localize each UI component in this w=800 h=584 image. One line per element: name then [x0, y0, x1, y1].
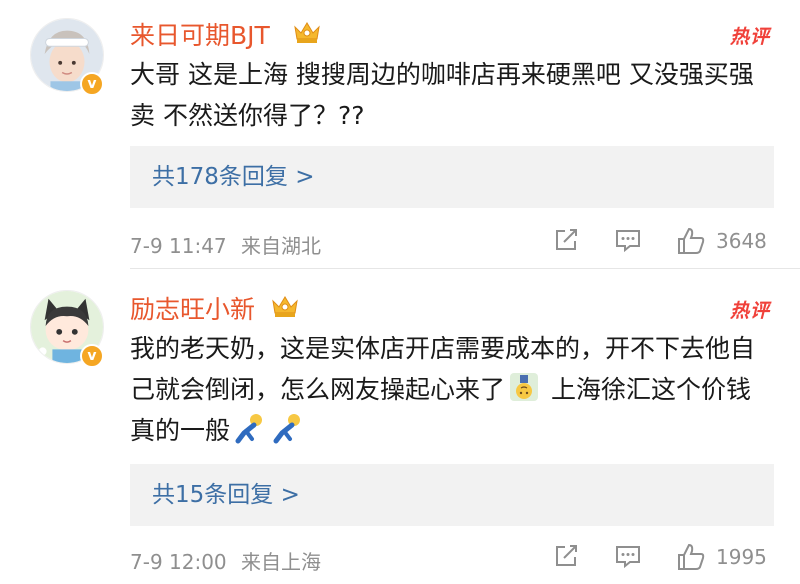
comment-2: v 励志旺小新 热评 我的老天奶，这是实体店开店需要成本的，开不下去他自己就会倒…: [0, 272, 800, 584]
kneeling-figure-emoji-icon: [273, 414, 301, 444]
comment-date: 7-9 11:47: [130, 234, 227, 258]
comment-button[interactable]: [614, 226, 642, 256]
comment-text: 我的老天奶，这是实体店开店需要成本的，开不下去他自己就会倒闭，怎么网友操起心来了…: [130, 328, 770, 451]
hot-comment-badge: 热评: [729, 26, 770, 48]
verified-badge: v: [80, 72, 104, 96]
share-button[interactable]: [552, 542, 580, 572]
comment-button[interactable]: [614, 542, 642, 572]
comment-text: 大哥 这是上海 搜搜周边的咖啡店再来硬黑吧 又没强买强卖 不然送你得了？??: [130, 60, 754, 130]
comment-location: 来自湖北: [241, 234, 322, 258]
comment-meta: 7-9 12:00 来自上海: [130, 546, 321, 575]
crown-icon: [294, 22, 320, 43]
comment-location: 来自上海: [241, 550, 322, 574]
like-count: 1995: [716, 545, 767, 569]
view-replies-button[interactable]: 共178条回复 >: [130, 146, 774, 208]
share-icon: [556, 229, 577, 250]
comment-icon: [616, 230, 640, 253]
like-count: 3648: [716, 229, 767, 253]
like-icon: [678, 227, 705, 254]
comment-meta: 7-9 11:47 来自湖北: [130, 230, 321, 259]
share-icon: [556, 545, 577, 566]
like-button[interactable]: 3648: [676, 226, 767, 256]
comment-date: 7-9 12:00: [130, 550, 227, 574]
username[interactable]: 励志旺小新: [130, 290, 255, 326]
view-replies-button[interactable]: 共15条回复 >: [130, 464, 774, 526]
divider: [130, 268, 800, 269]
crown-icon: [272, 296, 298, 317]
hot-comment-badge: 热评: [729, 300, 770, 322]
share-button[interactable]: [552, 226, 580, 256]
username[interactable]: 来日可期BJT: [130, 16, 270, 52]
comment-icon: [616, 546, 640, 569]
verified-badge: v: [80, 344, 104, 368]
kneeling-figure-emoji-icon: [235, 414, 263, 444]
upside-down-face-emoji-icon: [510, 373, 539, 401]
like-icon: [678, 543, 705, 570]
comment-1: v 来日可期BJT 热评 大哥 这是上海 搜搜周边的咖啡店再来硬黑吧 又没强买强…: [0, 0, 800, 268]
like-button[interactable]: 1995: [676, 542, 767, 572]
